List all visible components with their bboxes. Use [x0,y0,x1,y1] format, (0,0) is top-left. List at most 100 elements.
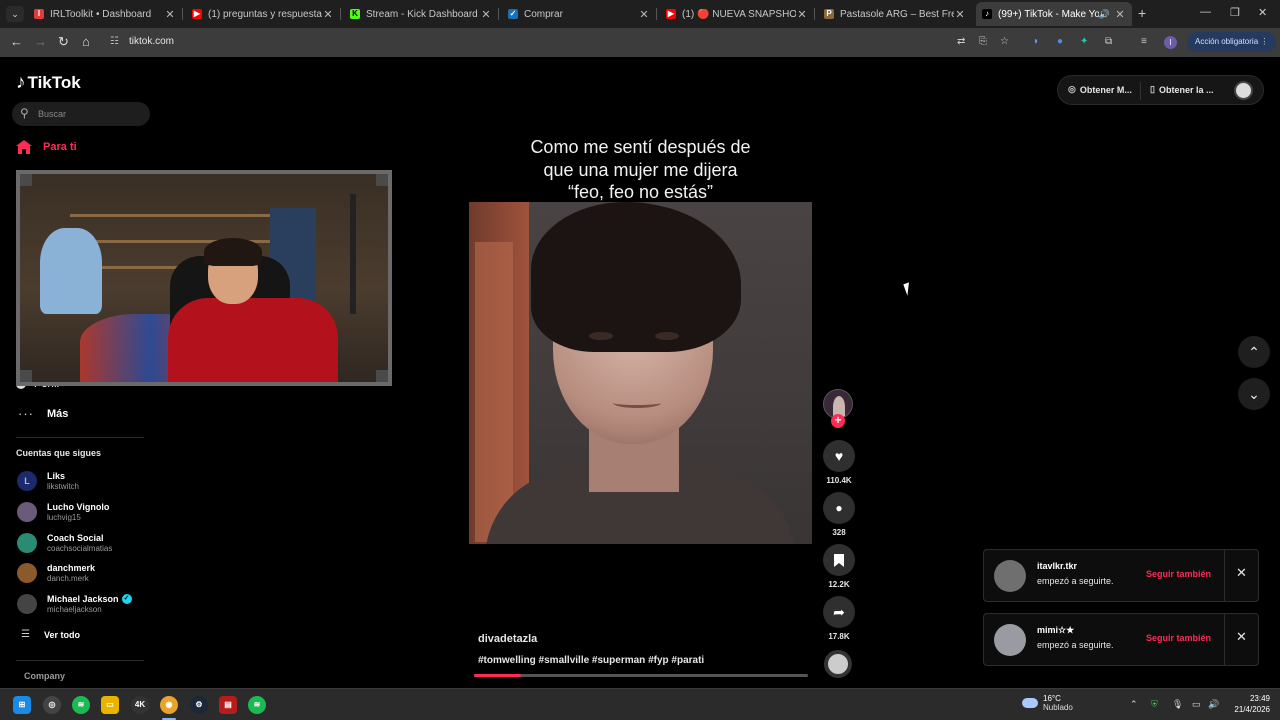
extension-audio-icon[interactable]: ◗ [1033,36,1039,47]
share-button[interactable]: ➦ [823,596,855,628]
tab-youtube-snapshot[interactable]: ▶ (1) 🔴 NUEVA SNAPSHOT, PILA ✕ [660,2,815,26]
follow-back-button[interactable]: Seguir también [1146,569,1211,579]
chrome-icon[interactable]: ◉ [160,696,178,714]
tray-overflow-icon[interactable]: ⌃ [1130,699,1138,710]
browser-profile-avatar[interactable]: I [1164,36,1177,49]
spotify-icon[interactable]: ≋ [72,696,90,714]
site-info-icon[interactable]: ☷ [110,36,119,47]
video-hashtags[interactable]: #tomwelling #smallville #superman #fyp #… [478,655,704,666]
notification-text: empezó a seguirte. [1037,576,1114,586]
following-account-coach[interactable]: Coach Social coachsocialmatias [17,533,112,553]
address-bar[interactable]: tiktok.com [129,36,174,47]
avatar[interactable] [994,624,1026,656]
next-video-button[interactable]: ⌄ [1238,378,1270,410]
avatar[interactable] [994,560,1026,592]
forward-icon[interactable]: → [34,34,47,49]
get-app-button[interactable]: ▯ Obtener la ... [1150,84,1213,95]
install-app-icon[interactable]: ⎘ [979,36,987,47]
minimize-icon[interactable]: — [1200,6,1211,18]
steam-favicon-icon: ✓ [508,9,518,19]
video-player[interactable] [469,202,812,544]
notification-user[interactable]: mimi☆★ [1037,625,1074,636]
tab-close-icon[interactable]: ✕ [1114,8,1126,21]
reading-list-icon[interactable]: ≡ [1141,36,1147,47]
new-tab-button[interactable]: + [1138,5,1146,21]
reload-icon[interactable]: ↻ [58,34,69,50]
close-icon[interactable]: ✕ [1236,565,1247,581]
see-all-button[interactable]: ☰ Ver todo [21,629,80,640]
tab-tiktok[interactable]: ♪ (99+) TikTok - Make Your Da 🔊 ✕ [976,2,1132,26]
video-author[interactable]: divadetazla [478,633,537,645]
nav-for-you[interactable]: Para ti [16,140,77,154]
music-disc-avatar[interactable] [824,650,852,678]
microphone-icon[interactable]: 🎙 [1172,699,1183,710]
account-handle: danch.merk [47,574,89,583]
network-icon[interactable]: ▭ [1192,699,1201,710]
system-clock[interactable]: 23:49 21/4/2026 [1228,693,1270,715]
extension-translate-icon[interactable]: ✦ [1080,36,1088,47]
weather-widget[interactable]: 16°C Nublado [1022,694,1073,712]
close-icon[interactable]: ✕ [1236,629,1247,645]
user-avatar[interactable] [1234,81,1253,100]
tab-kick-dashboard[interactable]: K Stream - Kick Dashboard ✕ [344,2,499,26]
tab-close-icon[interactable]: ✕ [638,8,650,21]
tab-youtube-preguntas[interactable]: ▶ (1) preguntas y respuestas - You ✕ [186,2,341,26]
following-account-liks[interactable]: L Liks likstwitch [17,471,79,491]
search-box[interactable]: ⚲ [12,102,150,126]
spotify-icon[interactable]: ≋ [248,696,266,714]
extension-shield-icon[interactable]: ● [1057,36,1063,47]
video-progress-bar[interactable] [474,674,808,677]
app-icon[interactable]: ◎ [43,696,61,714]
extensions-puzzle-icon[interactable]: ⧉ [1105,36,1112,47]
search-input[interactable] [38,102,146,126]
verified-badge-icon: ✓ [121,594,132,604]
tab-close-icon[interactable]: ✕ [954,8,966,21]
get-coins-button[interactable]: ◎ Obtener M... [1068,84,1132,95]
follow-plus-icon[interactable]: + [831,414,845,428]
tab-pastasole[interactable]: P Pastasole ARG – Best Fresh Pas ✕ [818,2,972,26]
tab-irltoolkit[interactable]: I IRLToolkit • Dashboard ✕ [28,2,183,26]
media-app-icon[interactable]: ▤ [219,696,237,714]
notification-user[interactable]: itavlkr.tkr [1037,561,1077,571]
close-window-icon[interactable]: ✕ [1258,6,1267,19]
follow-back-button[interactable]: Seguir también [1146,633,1211,643]
restore-icon[interactable]: ❐ [1230,6,1240,19]
tab-comprar[interactable]: ✓ Comprar ✕ [502,2,657,26]
nav-more[interactable]: ··· Más [18,406,68,421]
tab-close-icon[interactable]: ✕ [480,8,492,21]
tab-close-icon[interactable]: ✕ [322,8,334,21]
following-account-danchmerk[interactable]: danchmerk danch.merk [17,563,95,583]
tab-close-icon[interactable]: ✕ [164,8,176,21]
company-link[interactable]: Company [24,671,65,681]
tab-search-icon[interactable]: ⌄ [6,6,24,22]
4k-app-icon[interactable]: 4K [131,696,149,714]
following-account-lucho[interactable]: Lucho Vignolo luchvig15 [17,502,109,522]
translate-icon[interactable]: ⇄ [957,36,965,47]
comment-button[interactable]: ● [823,492,855,524]
caption-line: Como me sentí después de [530,137,751,157]
bookmark-star-icon[interactable]: ☆ [1000,36,1009,47]
avatar [17,502,37,522]
notification-text: empezó a seguirte. [1037,640,1114,650]
previous-video-button[interactable]: ⌃ [1238,336,1270,368]
back-icon[interactable]: ← [10,34,23,49]
tab-close-icon[interactable]: ✕ [796,8,808,21]
see-all-label: Ver todo [43,629,80,640]
account-handle: michaeljackson [47,605,102,614]
speaker-icon[interactable]: 🔊 [1099,9,1110,20]
tab-title: (1) 🔴 NUEVA SNAPSHOT, PILA [682,8,796,20]
tab-title: (99+) TikTok - Make Your Da [998,8,1099,20]
required-action-button[interactable]: Acción obligatoria ⋮ [1187,32,1277,52]
follow-notification: itavlkr.tkr empezó a seguirte. Seguir ta… [983,549,1259,602]
home-icon[interactable]: ⌂ [82,34,90,49]
volume-icon[interactable]: 🔊 [1208,699,1219,710]
security-icon[interactable]: ⛨ [1151,699,1158,710]
save-button[interactable] [823,544,855,576]
tab-title: IRLToolkit • Dashboard [50,8,152,20]
following-account-michael-jackson[interactable]: Michael Jackson ✓ michaeljackson [17,594,132,614]
windows-start-icon[interactable]: ⊞ [13,696,31,714]
steam-icon[interactable]: ⚙ [190,696,208,714]
tiktok-logo[interactable]: ♪ TikTok [16,72,81,94]
like-button[interactable]: ♥ [823,440,855,472]
file-explorer-icon[interactable]: ▭ [101,696,119,714]
